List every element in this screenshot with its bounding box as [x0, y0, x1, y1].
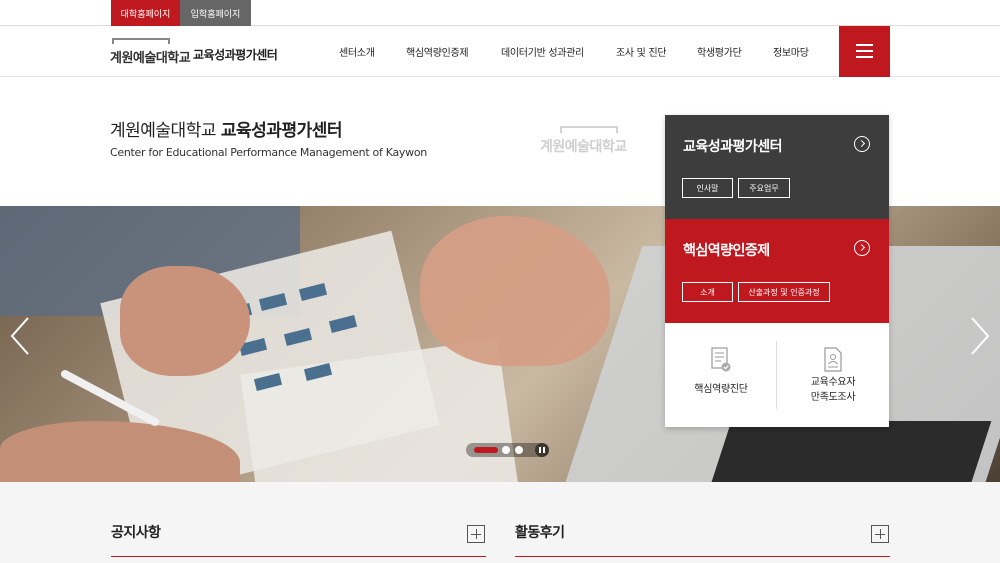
intro-button[interactable]: 소개	[682, 282, 733, 302]
document-check-icon	[711, 347, 731, 372]
admission-homepage-tab[interactable]: 입학홈페이지	[180, 0, 251, 26]
notice-more-plus-icon[interactable]	[467, 525, 485, 543]
nav-data-performance[interactable]: 데이터기반 성과관리	[501, 26, 584, 77]
review-title[interactable]: 활동후기	[515, 522, 565, 542]
slider-pause-icon[interactable]	[535, 443, 549, 457]
watermark-text: 계원예술대학교	[540, 139, 627, 155]
slider-dot-active[interactable]	[474, 447, 498, 453]
nav-student-evaluation[interactable]: 학생평가단	[697, 26, 742, 77]
panel-center-section: 교육성과평가센터 인사말 주요업무	[665, 115, 889, 219]
review-more-plus-icon[interactable]	[871, 525, 889, 543]
intro-english: Center for Educational Performance Manag…	[110, 146, 427, 159]
quick-link-label-line2: 만족도조사	[810, 392, 856, 403]
main-tasks-button[interactable]: 주요업무	[738, 178, 790, 198]
survey-document-icon	[824, 347, 842, 372]
watermark-logo: 계원예술대학교	[540, 126, 640, 158]
slider-pagination	[466, 443, 549, 457]
review-underline	[515, 556, 890, 557]
board-section: 공지사항 활동후기	[0, 482, 1000, 563]
college-homepage-tab[interactable]: 대학홈페이지	[111, 0, 180, 26]
logo-mark	[112, 38, 170, 44]
hamburger-menu-button[interactable]	[839, 26, 890, 77]
greeting-button[interactable]: 인사말	[682, 178, 733, 198]
site-logo[interactable]: 계원예술대학교 교육성과평가센터	[110, 38, 285, 68]
menu-line	[856, 44, 873, 46]
panel-center-arrow-icon[interactable]	[854, 136, 870, 152]
panel-competency-title[interactable]: 핵심역량인증제	[683, 240, 770, 260]
hero-hand-right	[420, 216, 610, 366]
quick-link-satisfaction-survey[interactable]: 교육수요자 만족도조사	[777, 323, 889, 427]
intro-title-prefix: 계원예술대학교	[110, 121, 216, 141]
logo-name: 계원예술대학교	[110, 51, 191, 66]
nav-information[interactable]: 정보마당	[773, 26, 809, 77]
slider-next-arrow-icon[interactable]	[966, 316, 992, 356]
panel-center-title[interactable]: 교육성과평가센터	[683, 136, 783, 156]
quick-link-label-line1: 교육수요자	[810, 377, 856, 388]
nav-core-competency[interactable]: 핵심역량인증제	[406, 26, 469, 77]
nav-survey-diagnosis[interactable]: 조사 및 진단	[616, 26, 667, 77]
menu-line	[856, 56, 873, 58]
hero-keyboard	[708, 421, 992, 482]
quick-link-competency-diagnosis[interactable]: 핵심역량진단	[665, 323, 777, 427]
notice-underline	[111, 556, 486, 557]
menu-line	[856, 50, 873, 52]
panel-competency-arrow-icon[interactable]	[854, 240, 870, 256]
intro-title: 계원예술대학교 교육성과평가센터	[110, 116, 343, 141]
watermark-mark	[560, 126, 618, 133]
top-bar: 대학홈페이지 입학홈페이지	[0, 0, 1000, 26]
nav-center-intro[interactable]: 센터소개	[339, 26, 375, 77]
quick-link-label: 핵심역량진단	[694, 384, 748, 395]
slider-dot[interactable]	[515, 446, 523, 454]
panel-competency-section: 핵심역량인증제 소개 산출과정 및 인증과정	[665, 219, 889, 323]
quick-panel: 교육성과평가센터 인사말 주요업무 핵심역량인증제 소개 산출과정 및 인증과정…	[665, 115, 889, 427]
hero-hand-left	[120, 266, 250, 376]
panel-quick-links: 핵심역량진단 교육수요자 만족도조사	[665, 323, 889, 427]
notice-title[interactable]: 공지사항	[111, 522, 161, 542]
intro-title-bold: 교육성과평가센터	[220, 121, 343, 141]
slider-prev-arrow-icon[interactable]	[8, 316, 34, 356]
logo-subtitle: 교육성과평가센터	[193, 48, 278, 62]
slider-dot[interactable]	[502, 446, 510, 454]
process-button[interactable]: 산출과정 및 인증과정	[738, 282, 830, 302]
site-header: 계원예술대학교 교육성과평가센터 센터소개 핵심역량인증제 데이터기반 성과관리…	[0, 26, 1000, 77]
